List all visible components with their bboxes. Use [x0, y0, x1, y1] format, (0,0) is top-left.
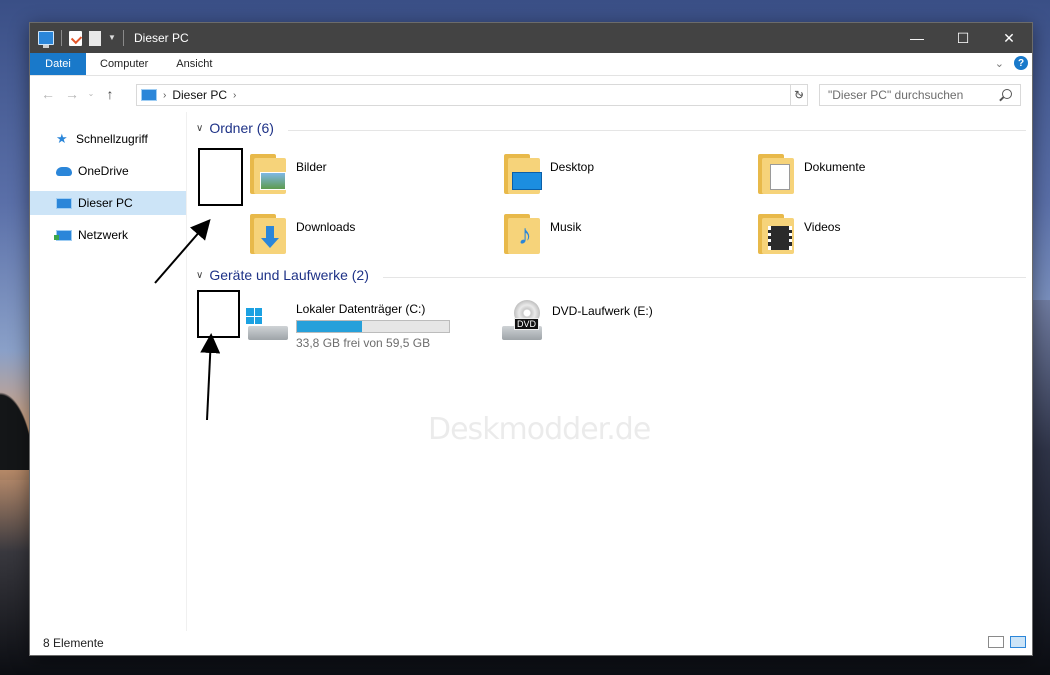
breadcrumb-this-pc[interactable]: Dieser PC [172, 88, 227, 102]
expand-ribbon-icon[interactable]: ⌄ [995, 57, 1004, 70]
videos-folder-icon [758, 212, 796, 256]
sidebar-item-label: Dieser PC [78, 196, 133, 210]
folder-tile-documents[interactable]: Dokumente [758, 152, 865, 196]
title-bar[interactable]: ▼ Dieser PC — ☐ ✕ [30, 23, 1032, 53]
toolbar-divider [61, 30, 62, 46]
background-mountain [1030, 300, 1050, 675]
back-button[interactable]: ← [36, 82, 60, 106]
ribbon-right-controls: ⌄ ? [995, 56, 1028, 70]
group-divider [288, 130, 1026, 131]
window-title: Dieser PC [134, 31, 189, 45]
address-bar[interactable]: › Dieser PC › ⌄ [136, 84, 808, 106]
this-pc-icon[interactable] [38, 31, 54, 48]
help-icon[interactable]: ? [1014, 56, 1028, 70]
tab-view[interactable]: Ansicht [162, 53, 226, 75]
search-input[interactable]: "Dieser PC" durchsuchen [819, 84, 1021, 106]
items-view: ∨ Ordner (6) Bilder Desktop Dokumente Do… [188, 112, 1032, 631]
content-area: ★ Schnellzugriff OneDrive Dieser PC Netz… [30, 112, 1032, 631]
refresh-button[interactable]: ↻ [790, 84, 808, 106]
desktop-folder-icon [504, 152, 542, 196]
pc-icon [56, 197, 72, 209]
drive-tile-e[interactable]: DVD DVD-Laufwerk (E:) [500, 300, 653, 342]
tab-file[interactable]: Datei [30, 53, 86, 75]
search-placeholder: "Dieser PC" durchsuchen [828, 88, 964, 102]
drive-info: Lokaler Datenträger (C:) 33,8 GB frei vo… [296, 302, 450, 350]
downloads-folder-icon [250, 212, 288, 256]
maximize-button[interactable]: ☐ [940, 23, 986, 53]
folder-tile-pictures[interactable]: Bilder [250, 152, 327, 196]
close-button[interactable]: ✕ [986, 23, 1032, 53]
tab-computer[interactable]: Computer [86, 53, 162, 75]
documents-folder-icon [758, 152, 796, 196]
item-count: 8 Elemente [43, 636, 104, 650]
drive-tile-c[interactable]: Lokaler Datenträger (C:) 33,8 GB frei vo… [244, 300, 450, 350]
collapse-chevron-icon[interactable]: ∨ [196, 123, 203, 134]
ribbon-tabs: Datei Computer Ansicht ⌄ ? [30, 53, 1032, 76]
quick-access-toolbar: ▼ [30, 30, 124, 48]
breadcrumb-separator-icon[interactable]: › [233, 90, 236, 101]
drive-usage-fill [297, 321, 363, 332]
toolbar-divider [123, 30, 124, 46]
sidebar-item-label: Schnellzugriff [76, 132, 148, 146]
hard-drive-icon [244, 300, 290, 342]
details-view-icon[interactable] [988, 636, 1004, 648]
blank-placeholder-box [198, 148, 243, 206]
navigation-bar: ← → ⌄ ↑ › Dieser PC › ⌄ ↻ "Dieser PC" du… [30, 76, 1032, 111]
group-divider [383, 277, 1026, 278]
folder-tile-desktop[interactable]: Desktop [504, 152, 594, 196]
customize-dropdown-icon[interactable]: ▼ [108, 34, 116, 42]
recent-locations-button[interactable]: ⌄ [84, 82, 98, 106]
sidebar-item-label: Netzwerk [78, 228, 129, 242]
blank-placeholder-box [197, 290, 240, 338]
large-icons-view-icon[interactable] [1010, 636, 1026, 648]
drive-usage-bar [296, 320, 450, 333]
navigation-pane: ★ Schnellzugriff OneDrive Dieser PC Netz… [30, 112, 187, 631]
window-controls: — ☐ ✕ [894, 23, 1032, 53]
network-icon [54, 229, 72, 241]
folder-tile-downloads[interactable]: Downloads [250, 212, 355, 256]
sidebar-item-label: OneDrive [78, 164, 129, 178]
watermark: Deskmodder.de [428, 412, 651, 447]
breadcrumb-separator-icon[interactable]: › [163, 90, 166, 101]
collapse-chevron-icon[interactable]: ∨ [196, 270, 203, 281]
search-icon[interactable] [1002, 89, 1012, 99]
view-toggle [988, 636, 1026, 648]
minimize-button[interactable]: — [894, 23, 940, 53]
cloud-icon [56, 166, 72, 176]
up-button[interactable]: ↑ [98, 82, 122, 106]
music-folder-icon: ♪ [504, 212, 542, 256]
group-header-folders[interactable]: ∨ Ordner (6) [196, 120, 274, 136]
properties-icon[interactable] [69, 30, 82, 46]
sidebar-item-this-pc[interactable]: Dieser PC [30, 191, 186, 215]
star-icon: ★ [56, 131, 68, 146]
forward-button[interactable]: → [60, 82, 84, 106]
dvd-drive-icon: DVD [500, 300, 546, 342]
pictures-folder-icon [250, 152, 288, 196]
sidebar-item-network[interactable]: Netzwerk [30, 223, 187, 247]
new-folder-icon[interactable] [89, 30, 101, 46]
this-pc-icon [141, 89, 157, 101]
folder-tile-videos[interactable]: Videos [758, 212, 840, 256]
group-header-drives[interactable]: ∨ Geräte und Laufwerke (2) [196, 267, 369, 283]
sidebar-item-onedrive[interactable]: OneDrive [30, 159, 187, 183]
status-bar: 8 Elemente [30, 631, 1032, 655]
sidebar-item-quick-access[interactable]: ★ Schnellzugriff [30, 127, 187, 151]
folder-tile-music[interactable]: ♪ Musik [504, 212, 581, 256]
explorer-window: ▼ Dieser PC — ☐ ✕ Datei Computer Ansicht… [29, 22, 1033, 656]
